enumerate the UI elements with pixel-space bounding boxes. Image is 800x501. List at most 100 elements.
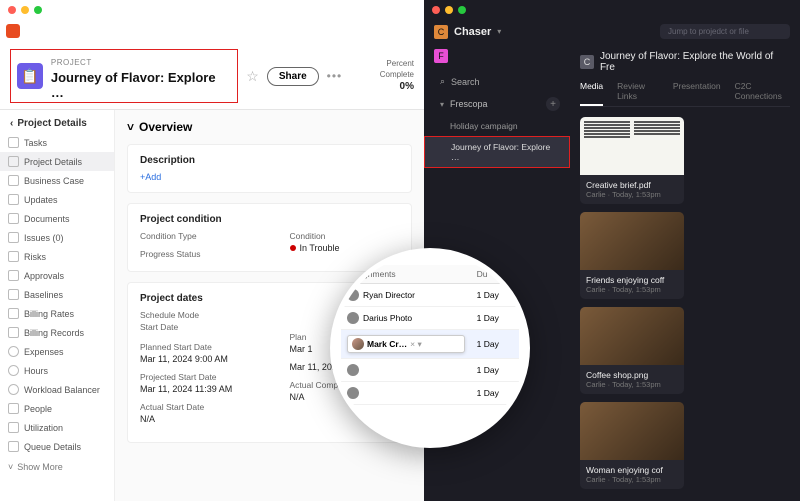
sidebar-item[interactable]: Billing Rates — [0, 304, 114, 323]
progress-label: Progress Status — [140, 249, 250, 259]
avatar-icon — [347, 387, 359, 399]
chaser-project-title: Journey of Flavor: Explore the World of … — [600, 51, 790, 73]
sidebar-icon — [8, 403, 19, 414]
media-tile[interactable]: Woman enjoying cofCarlie · Today, 1:53pm — [580, 402, 684, 489]
project-header: 📋 PROJECT Journey of Flavor: Explore … ☆… — [0, 46, 424, 109]
sidebar-icon — [8, 137, 19, 148]
sidebar-item[interactable]: Baselines — [0, 285, 114, 304]
duration-cell: 1 Day — [471, 284, 519, 307]
search-nav[interactable]: ⌕Search — [424, 71, 570, 92]
tile-meta: Carlie · Today, 1:53pm — [586, 285, 678, 294]
sidebar-item[interactable]: People — [0, 399, 114, 418]
duration-cell[interactable]: 1 Day — [471, 330, 519, 359]
chevron-down-icon[interactable]: ▾ — [497, 27, 501, 36]
close-dot[interactable] — [432, 6, 440, 14]
jump-search[interactable]: Jump to projedct or file — [660, 24, 790, 39]
brave-icon — [6, 24, 20, 38]
tile-name: Friends enjoying coff — [586, 275, 678, 285]
thumbnail — [580, 212, 684, 270]
duration-cell: 1 Day — [471, 359, 519, 382]
project-label: PROJECT — [51, 58, 92, 67]
search-icon: ⌕ — [440, 76, 445, 87]
chevron-down-icon: ▾ — [440, 100, 444, 109]
sidebar-item[interactable]: Risks — [0, 247, 114, 266]
sidebar-item[interactable]: Tasks — [0, 133, 114, 152]
sidebar-item[interactable]: Approvals — [0, 266, 114, 285]
tab-presentation[interactable]: Presentation — [673, 81, 721, 106]
sidebar-item[interactable]: Hours — [0, 361, 114, 380]
add-description[interactable]: +Add — [140, 172, 161, 182]
sidebar-icon — [8, 156, 19, 167]
chaser-tabs: Media Review Links Presentation C2C Conn… — [580, 81, 790, 107]
sidebar-item[interactable]: Issues (0) — [0, 228, 114, 247]
sidebar-icon — [8, 422, 19, 433]
share-button[interactable]: Share — [267, 67, 319, 86]
sidebar-item[interactable]: Expenses — [0, 342, 114, 361]
overview-title[interactable]: ˅Overview — [127, 120, 412, 134]
sidebar-title: ‹ Project Details — [0, 114, 114, 133]
window-controls-right — [424, 0, 800, 20]
sidebar-item[interactable]: Utilization — [0, 418, 114, 437]
thumbnail — [580, 307, 684, 365]
sidebar-item[interactable]: Queue Details — [0, 437, 114, 456]
more-icon[interactable]: ••• — [327, 69, 343, 83]
close-dot[interactable] — [8, 6, 16, 14]
workspace-f-icon[interactable]: F — [434, 49, 448, 63]
project-icon: 📋 — [17, 63, 43, 89]
media-tile[interactable]: Friends enjoying coffCarlie · Today, 1:5… — [580, 212, 684, 299]
media-tile[interactable]: Creative brief.pdfCarlie · Today, 1:53pm — [580, 117, 684, 204]
assignee-chip[interactable]: Mark Cr…× ▾ — [347, 335, 465, 353]
max-dot[interactable] — [34, 6, 42, 14]
min-dot[interactable] — [21, 6, 29, 14]
tab-c2c[interactable]: C2C Connections — [735, 81, 790, 106]
add-icon[interactable]: + — [546, 97, 560, 111]
tab-review-links[interactable]: Review Links — [617, 81, 659, 106]
actual-start-value: N/A — [140, 414, 250, 424]
sidebar-icon — [8, 327, 19, 338]
max-dot[interactable] — [458, 6, 466, 14]
sidebar-item[interactable]: Project Details — [0, 152, 114, 171]
assignment-row[interactable]: Ryan Director1 Day — [341, 284, 519, 307]
start-date-label: Start Date — [140, 322, 250, 332]
assignment-row[interactable]: Darius Photo1 Day — [341, 307, 519, 330]
min-dot[interactable] — [445, 6, 453, 14]
sidebar-icon — [8, 194, 19, 205]
projected-start-label: Projected Start Date — [140, 372, 250, 382]
sidebar-item[interactable]: Workload Balancer — [0, 380, 114, 399]
sidebar-item[interactable]: Business Case — [0, 171, 114, 190]
show-more[interactable]: ˅ Show More — [0, 456, 114, 478]
project-title-highlight: 📋 PROJECT Journey of Flavor: Explore … — [10, 49, 238, 103]
sidebar-item-journey[interactable]: Journey of Flavor: Explore … — [424, 136, 570, 168]
browser-icon-row — [0, 20, 424, 46]
tile-name: Coffee shop.png — [586, 370, 678, 380]
sidebar-item[interactable]: Documents — [0, 209, 114, 228]
assignment-row[interactable]: Mark Cr…× ▾ 1 Day — [341, 330, 519, 359]
cond-type-label: Condition Type — [140, 231, 250, 241]
star-icon[interactable]: ☆ — [246, 68, 259, 85]
col-assignments: Assignments — [341, 265, 471, 284]
sidebar-item[interactable]: Updates — [0, 190, 114, 209]
assignment-row[interactable]: 1 Day — [341, 359, 519, 382]
media-grid: Creative brief.pdfCarlie · Today, 1:53pm… — [580, 117, 790, 489]
workspace-c-icon[interactable]: C — [434, 25, 448, 39]
sidebar-item[interactable]: Billing Records — [0, 323, 114, 342]
tab-media[interactable]: Media — [580, 81, 603, 106]
workspace-row[interactable]: ▾Frescopa+ — [424, 92, 570, 116]
app-name[interactable]: Chaser — [454, 26, 491, 38]
media-tile[interactable]: Coffee shop.pngCarlie · Today, 1:53pm — [580, 307, 684, 394]
project-sidebar: ‹ Project Details TasksProject DetailsBu… — [0, 110, 115, 501]
assignment-row[interactable]: 1 Day — [341, 382, 519, 405]
condition-heading: Project condition — [140, 214, 399, 225]
tile-meta: Carlie · Today, 1:53pm — [586, 190, 678, 199]
tile-meta: Carlie · Today, 1:53pm — [586, 475, 678, 484]
planned-start-label: Planned Start Date — [140, 342, 250, 352]
thumbnail — [580, 402, 684, 460]
col-duration: Du — [471, 265, 519, 284]
description-card: Description +Add — [127, 144, 412, 193]
status-dot-icon — [290, 245, 296, 251]
planned-start-value: Mar 11, 2024 9:00 AM — [140, 354, 250, 364]
avatar-icon — [352, 338, 364, 350]
sidebar-item-holiday[interactable]: Holiday campaign — [424, 116, 570, 136]
sidebar-icon — [8, 175, 19, 186]
percent-complete: Percent Complete 0% — [350, 59, 414, 93]
